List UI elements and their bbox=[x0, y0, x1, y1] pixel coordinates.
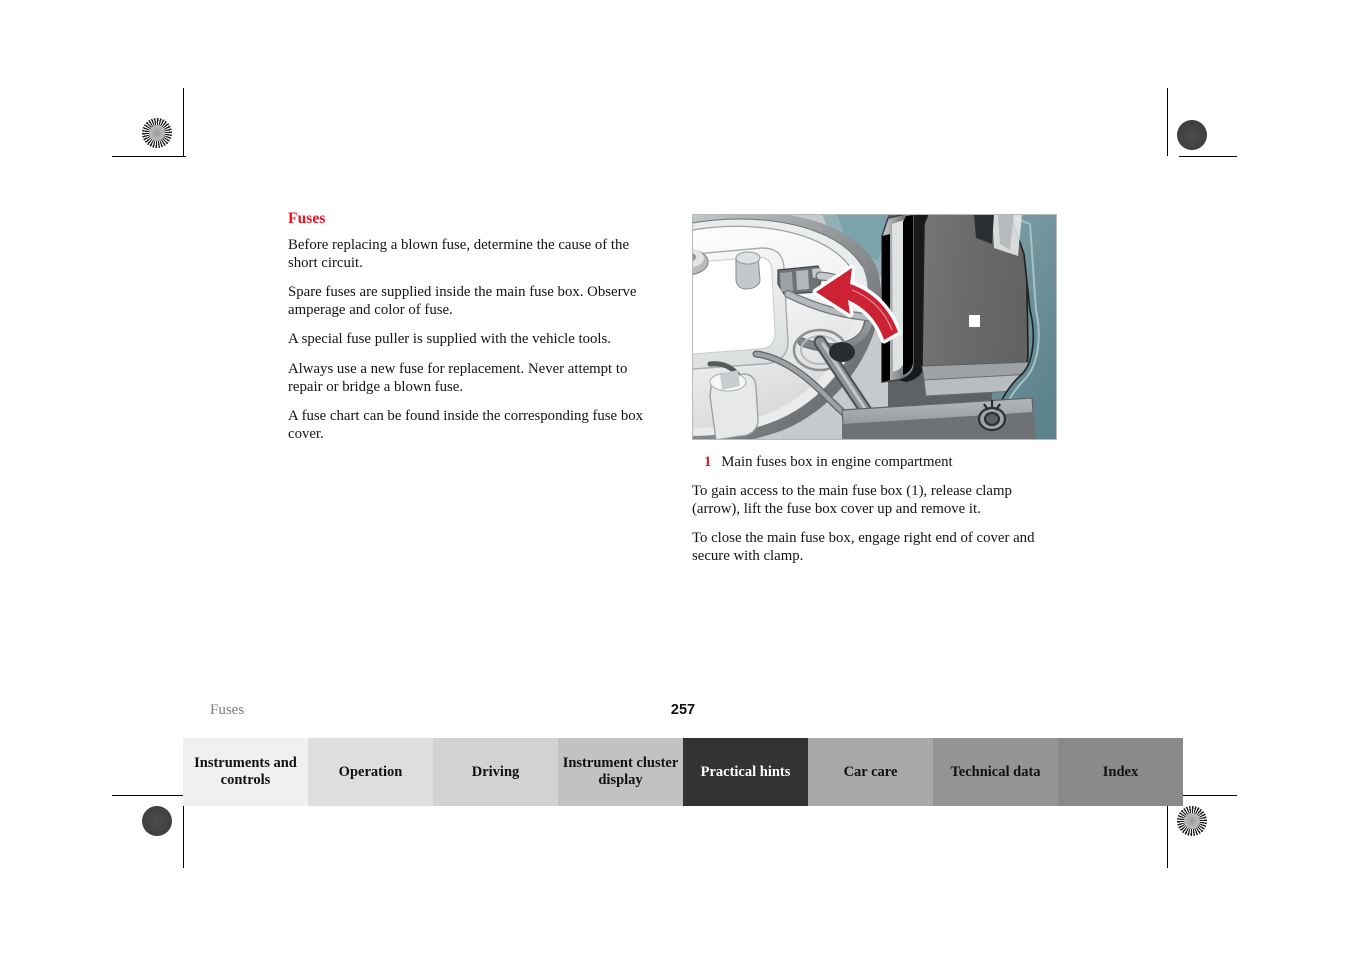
page-number: 257 bbox=[670, 702, 696, 718]
tab-driving[interactable]: Driving bbox=[433, 738, 558, 806]
tab-instruments-and-controls[interactable]: Instruments and controls bbox=[183, 738, 308, 806]
density-circle-mark-top-right bbox=[1177, 120, 1207, 150]
body-paragraph-2: Spare fuses are supplied inside the main… bbox=[288, 284, 637, 318]
tab-label: Practical hints bbox=[700, 763, 791, 780]
tab-label: Operation bbox=[338, 763, 403, 780]
tab-label: Technical data bbox=[950, 763, 1041, 780]
tab-label: Car care bbox=[843, 763, 898, 780]
trim-line-bottom-right-horizontal bbox=[1179, 795, 1237, 796]
figure-caption: 1 Main fuses box in engine compartment bbox=[692, 454, 1058, 471]
tab-operation[interactable]: Operation bbox=[308, 738, 433, 806]
fuse-box-marker bbox=[969, 315, 980, 327]
figure-paragraph-1: To gain access to the main fuse box (1),… bbox=[692, 483, 1012, 517]
body-paragraph-3: A special fuse puller is supplied with t… bbox=[288, 331, 612, 348]
tab-index[interactable]: Index bbox=[1058, 738, 1183, 806]
tab-instrument-cluster-display[interactable]: Instrument cluster display bbox=[558, 738, 683, 806]
figure-caption-number: 1 bbox=[704, 454, 712, 470]
density-star-mark-top-left bbox=[142, 118, 172, 148]
body-paragraph-4: Always use a new fuse for replacement. N… bbox=[288, 360, 628, 395]
tab-label: Driving bbox=[471, 763, 520, 780]
manual-page: Fuses Before replacing a blown fuse, det… bbox=[0, 0, 1351, 954]
body-paragraph-5: A fuse chart can be found inside the cor… bbox=[288, 408, 644, 442]
tab-practical-hints[interactable]: Practical hints bbox=[683, 738, 808, 806]
tab-label: Index bbox=[1102, 763, 1139, 780]
density-circle-mark-bottom-left bbox=[142, 806, 172, 836]
figure-paragraph-2: To close the main fuse box, engage right… bbox=[692, 530, 1035, 564]
registration-cross-top-right-inner bbox=[1163, 147, 1227, 211]
tab-label: Instrument cluster display bbox=[562, 755, 679, 788]
tab-label: Instruments and controls bbox=[194, 755, 297, 788]
figure-caption-text: Main fuses box in engine compartment bbox=[721, 454, 953, 470]
right-figure-column: 1 Main fuses box in engine compartment T… bbox=[692, 214, 1058, 565]
page-title: Fuses bbox=[288, 210, 326, 227]
engine-compartment-illustration bbox=[692, 214, 1057, 440]
registration-cross-middle-left bbox=[124, 444, 188, 508]
fuse-box-illustration-svg bbox=[692, 214, 1057, 440]
density-star-mark-bottom-right bbox=[1177, 806, 1207, 836]
registration-cross-middle-right bbox=[1163, 444, 1227, 508]
tab-technical-data[interactable]: Technical data bbox=[933, 738, 1058, 806]
body-paragraph-1: Before replacing a blown fuse, determine… bbox=[288, 237, 630, 271]
footer-meta: Fuses 257 bbox=[183, 702, 1183, 726]
section-tab-bar: Instruments and controls Operation Drivi… bbox=[183, 738, 1183, 806]
left-text-column: Fuses Before replacing a blown fuse, det… bbox=[288, 210, 660, 443]
tab-car-care[interactable]: Car care bbox=[808, 738, 933, 806]
registration-cross-top-left-inner bbox=[124, 147, 188, 211]
